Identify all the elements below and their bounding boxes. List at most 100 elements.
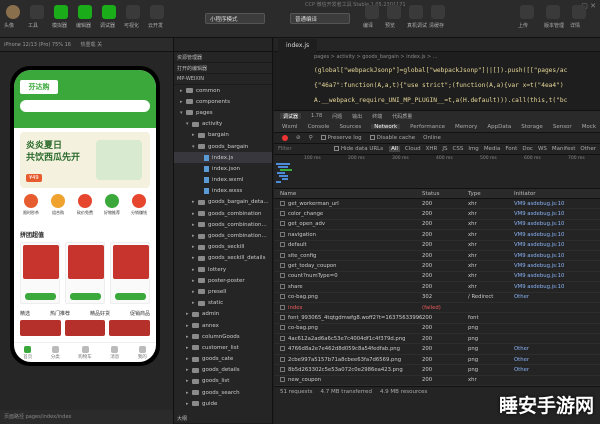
editor-tab[interactable]: index.js <box>278 39 318 52</box>
app-nav-item[interactable]: 购物车 <box>78 345 92 360</box>
filter-input[interactable]: Filter <box>278 146 328 152</box>
request-initiator[interactable]: VM9 asdebug.js:10 <box>514 201 600 207</box>
product-buy-button[interactable] <box>70 293 101 300</box>
product-buy-button[interactable] <box>115 293 146 300</box>
app-category-tab[interactable]: 促销商品 <box>130 310 150 317</box>
app-shortcut[interactable]: 砍价免费 <box>74 194 96 220</box>
tree-item[interactable]: ▸ components <box>174 96 272 107</box>
filter-type-button[interactable]: JS <box>442 146 447 152</box>
tree-item[interactable]: ▸ columnGoods <box>174 331 272 342</box>
filter-type-button[interactable]: XHR <box>426 146 438 152</box>
request-initiator[interactable]: VM9 asdebug.js:10 <box>514 273 600 279</box>
app-shortcut[interactable]: 好物推荐 <box>101 194 123 220</box>
toolbar-action-icon[interactable] <box>431 5 445 19</box>
request-initiator[interactable]: Other <box>514 357 600 363</box>
toolbar-right-icon[interactable] <box>520 5 534 19</box>
tree-item[interactable]: ▸ presell <box>174 286 272 297</box>
clear-icon[interactable]: ⊘ <box>296 135 301 141</box>
network-request-row[interactable]: co-bag.png 302 / Redirect Other <box>274 293 600 303</box>
devtools-top-tab[interactable]: 代码质量 <box>392 113 412 120</box>
toolbar-action-icon[interactable] <box>365 5 379 19</box>
tree-item[interactable]: ▸ goods_combination... <box>174 230 272 241</box>
product-card[interactable] <box>110 242 150 304</box>
devtools-tab[interactable]: Wxml <box>282 124 298 130</box>
request-initiator[interactable]: VM9 asdebug.js:10 <box>514 211 600 217</box>
column-type[interactable]: Type <box>468 191 514 197</box>
request-initiator[interactable]: VM9 asdebug.js:10 <box>514 263 600 269</box>
devtools-tab[interactable]: Sources <box>339 124 361 130</box>
network-request-row[interactable]: navigation 200 xhr VM9 asdebug.js:10 <box>274 230 600 241</box>
tree-item[interactable]: ▸ goods_cate <box>174 354 272 365</box>
tree-item[interactable]: ▸ guide <box>174 398 272 409</box>
network-request-row[interactable]: co-bag.png 200 png <box>274 324 600 335</box>
hide-data-urls-checkbox[interactable]: Hide data URLs <box>333 146 383 152</box>
devtools-top-tab[interactable]: 终端 <box>372 113 382 120</box>
filter-type-button[interactable]: Font <box>505 146 517 152</box>
network-request-row[interactable]: get_today_coupon 200 xhr VM9 asdebug.js:10 <box>274 261 600 272</box>
product-buy-button[interactable] <box>25 293 56 300</box>
mode-select[interactable]: 小程序模式 <box>205 13 265 24</box>
device-select[interactable]: iPhone 12/13 (Pro) 75% 16 <box>4 42 71 48</box>
code-editor[interactable]: (global["webpackJsonp"]=global["webpackJ… <box>274 63 600 108</box>
preserve-log-checkbox[interactable]: Preserve log <box>320 135 362 141</box>
tree-item[interactable]: ▸ admin <box>174 309 272 320</box>
toolbar-right-icon[interactable] <box>572 5 586 19</box>
product-card[interactable] <box>65 242 105 304</box>
app-shortcut[interactable]: 组合购 <box>47 194 69 220</box>
tree-item[interactable]: ▸ goods_search <box>174 387 272 398</box>
tree-item[interactable]: ▸ goods_list <box>174 376 272 387</box>
devtools-top-tab[interactable]: 问题 <box>332 113 342 120</box>
app-nav-item[interactable]: 消息 <box>110 345 119 360</box>
open-editors-header[interactable]: 打开的编辑器 <box>174 63 272 74</box>
app-category-tab[interactable]: 热门推荐 <box>50 310 70 317</box>
toolbar-button-icon[interactable] <box>102 5 116 19</box>
devtools-tab[interactable]: Storage <box>521 124 543 130</box>
devtools-tab[interactable]: Mock <box>582 124 596 130</box>
record-button[interactable] <box>282 135 288 141</box>
network-request-row[interactable]: color_change 200 xhr VM9 asdebug.js:10 <box>274 209 600 220</box>
network-request-row[interactable]: font_993065_4tqtgdmwfg8.woff2?t=16375633… <box>274 313 600 324</box>
request-initiator[interactable]: Other <box>514 346 600 352</box>
network-request-row[interactable]: get_open_adv 200 xhr VM9 asdebug.js:10 <box>274 220 600 231</box>
hot-reload-toggle[interactable]: 热重载 关 <box>81 42 103 48</box>
filter-type-button[interactable]: Manifest <box>552 146 575 152</box>
disable-cache-checkbox[interactable]: Disable cache <box>369 135 415 141</box>
throttle-select[interactable]: Online <box>423 135 441 141</box>
toolbar-action-icon[interactable] <box>387 5 401 19</box>
app-banner[interactable]: 炎炎夏日 共饮西瓜先开 ¥49 <box>20 132 150 188</box>
tree-item[interactable]: ▸ poster-poster <box>174 275 272 286</box>
toolbar-button-icon[interactable] <box>126 5 140 19</box>
tree-item[interactable]: ▸ annex <box>174 320 272 331</box>
request-initiator[interactable]: VM9 asdebug.js:10 <box>514 253 600 259</box>
tree-item[interactable]: ▸ goods_combination... <box>174 219 272 230</box>
tree-item[interactable]: ▸ bargain <box>174 130 272 141</box>
request-initiator[interactable]: VM9 asdebug.js:10 <box>514 284 600 290</box>
filter-type-button[interactable]: All <box>389 146 400 152</box>
compile-select[interactable]: 普通编译 <box>290 13 350 24</box>
filter-type-button[interactable]: Other <box>580 146 596 152</box>
devtools-top-tab[interactable]: 1.78 <box>311 113 322 119</box>
devtools-tab[interactable]: Memory <box>455 124 477 130</box>
filter-icon[interactable]: ⚲ <box>309 135 313 141</box>
devtools-tab[interactable]: AppData <box>487 124 511 130</box>
toolbar-button-icon[interactable] <box>6 5 20 19</box>
app-nav-item[interactable]: 首页 <box>23 345 32 360</box>
network-request-row[interactable]: 4ac612a2ad6a6c53e7c4004df1c4f379d.png 200… <box>274 334 600 345</box>
network-request-row[interactable]: index (failed) <box>274 303 600 314</box>
network-request-row[interactable]: count?numType=0 200 xhr VM9 asdebug.js:10 <box>274 272 600 283</box>
network-request-row[interactable]: 2cbe997a5157b71a8cbee63fa7d6569.png 200 pn… <box>274 355 600 366</box>
tree-item[interactable]: ▾ activity <box>174 119 272 130</box>
tree-item[interactable]: index.wxml <box>174 175 272 186</box>
request-initiator[interactable]: Other <box>514 367 600 373</box>
tree-item[interactable]: index.json <box>174 163 272 174</box>
tree-item[interactable]: ▸ lottery <box>174 264 272 275</box>
toolbar-action-icon[interactable] <box>409 5 423 19</box>
filter-type-button[interactable]: Media <box>484 146 501 152</box>
network-request-row[interactable]: get_workerman_url 200 xhr VM9 asdebug.js:10 <box>274 199 600 210</box>
tree-item[interactable]: ▸ goods_seckill_details <box>174 253 272 264</box>
filter-type-button[interactable]: Doc <box>522 146 533 152</box>
devtools-top-tab[interactable]: 输出 <box>352 113 362 120</box>
app-category-tab[interactable]: 精选 <box>20 310 30 317</box>
filter-type-button[interactable]: WS <box>538 146 547 152</box>
network-request-row[interactable]: site_config 200 xhr VM9 asdebug.js:10 <box>274 251 600 262</box>
